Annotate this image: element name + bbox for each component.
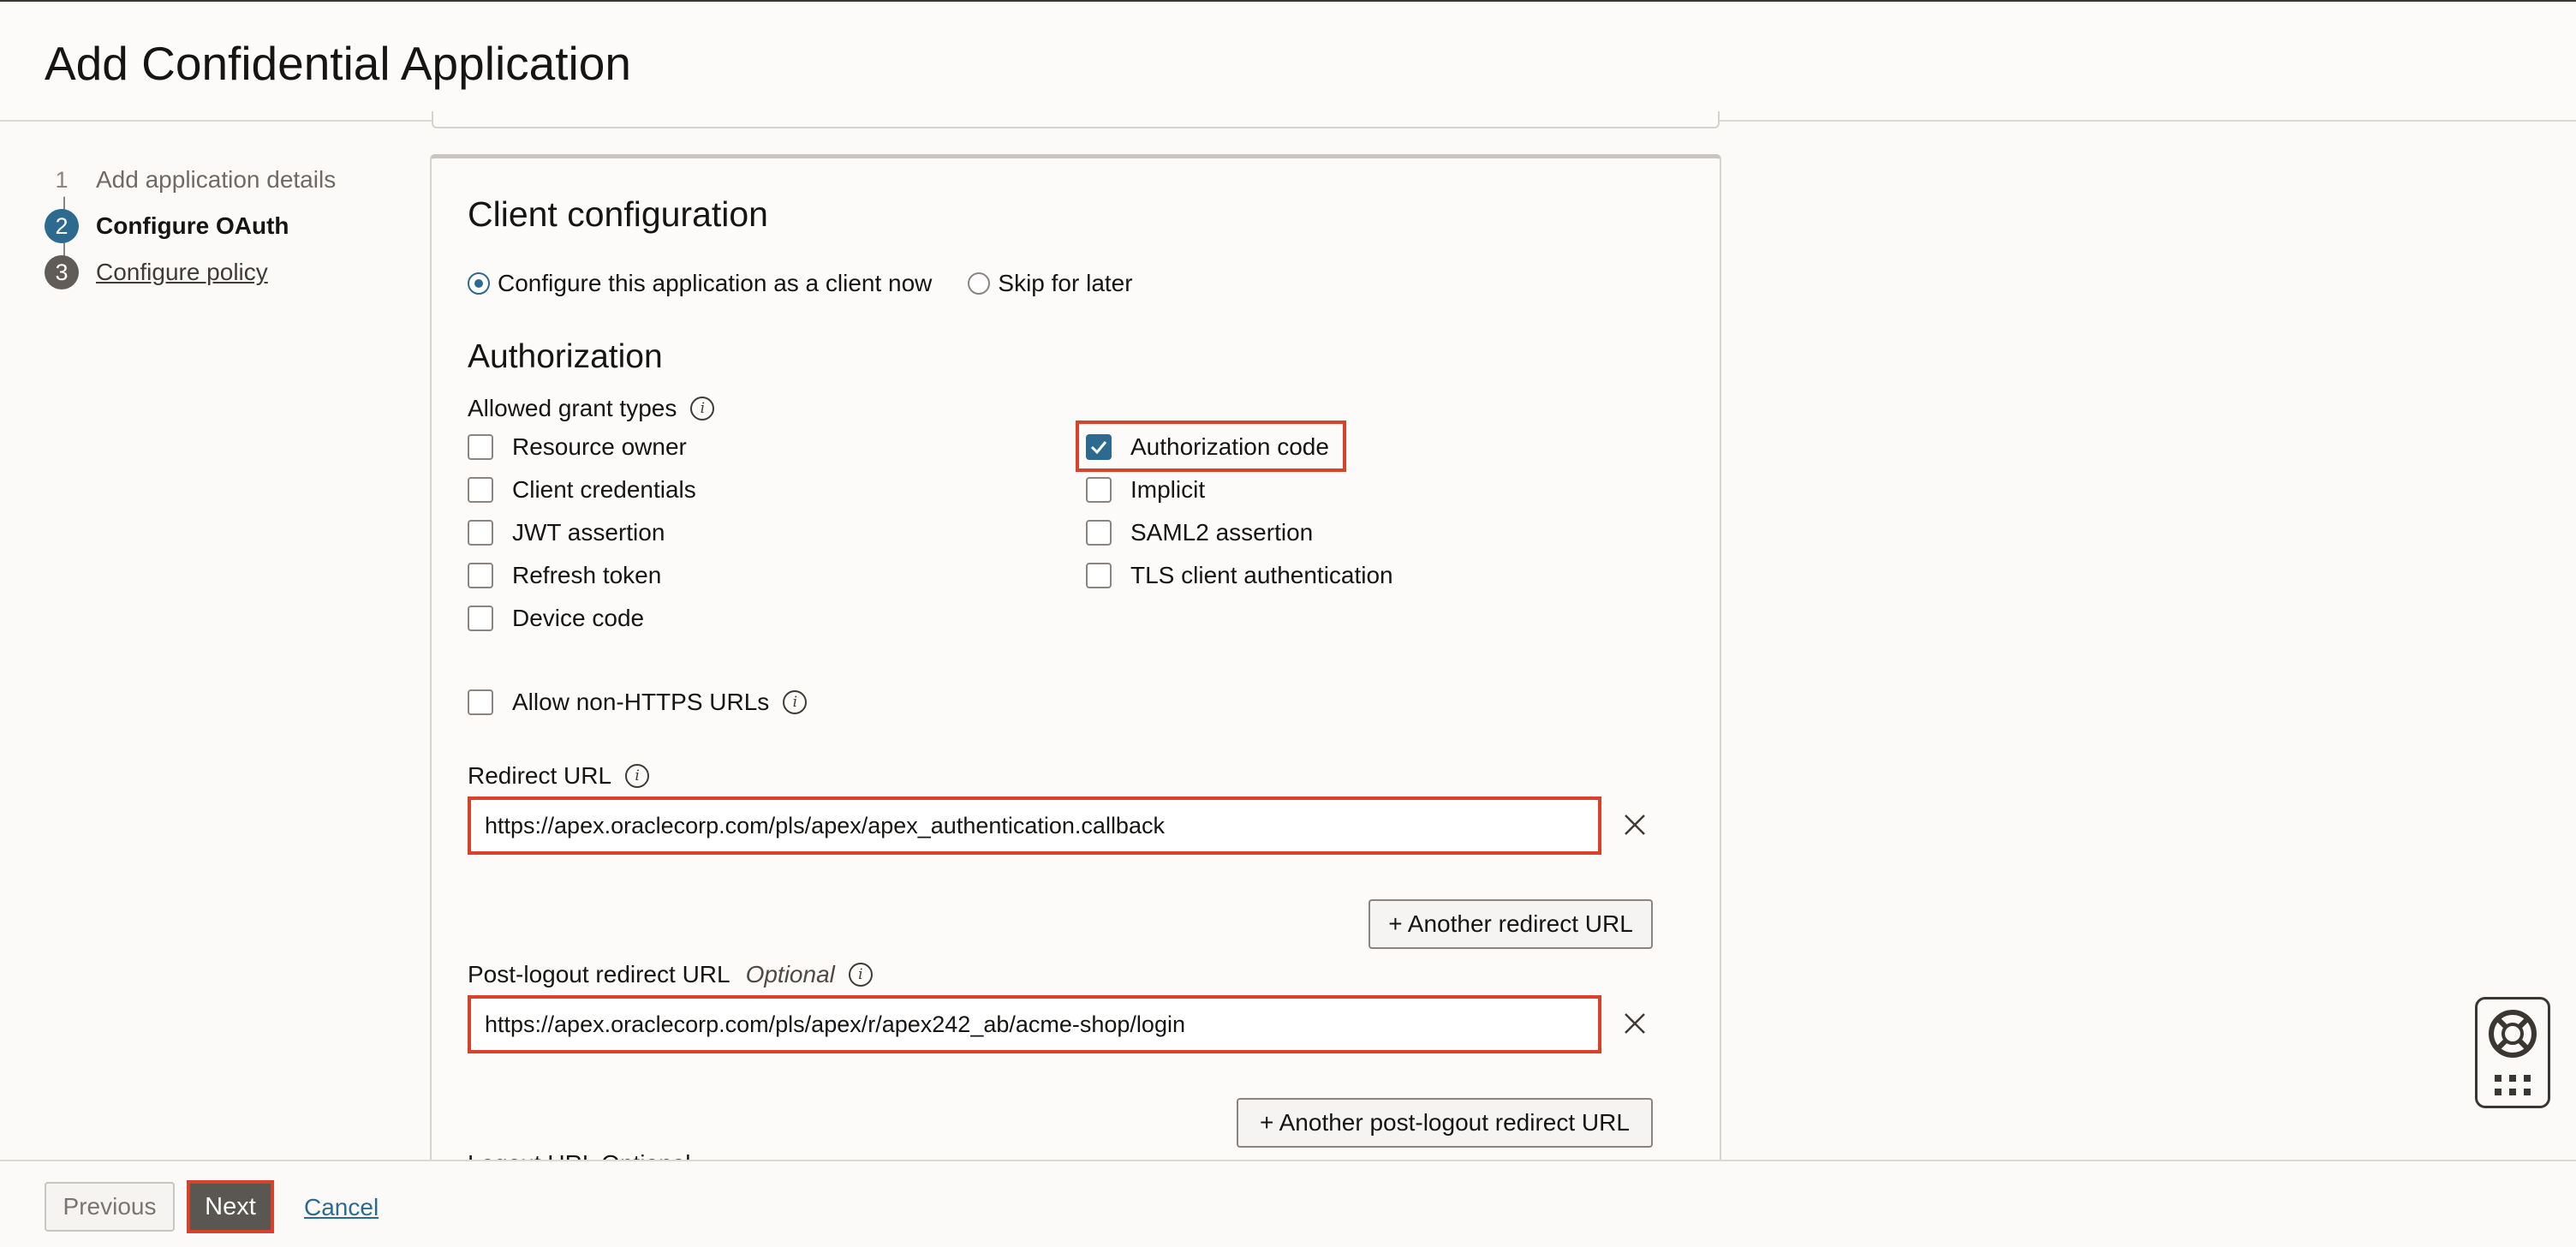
radio-skip-for-later-label[interactable]: Skip for later [998, 270, 1132, 297]
grant-label: Device code [512, 605, 645, 631]
grant-client-credentials[interactable]: Client credentials [468, 476, 696, 504]
authorization-title: Authorization [468, 338, 663, 375]
radio-configure-now-label[interactable]: Configure this application as a client n… [498, 270, 932, 297]
allow-non-https-label: Allow non-HTTPS URLs [512, 689, 770, 715]
redirect-url-text: Redirect URL [468, 762, 612, 789]
grant-label: JWT assertion [512, 519, 665, 546]
previous-button[interactable]: Previous [45, 1182, 175, 1232]
checkbox[interactable] [468, 563, 493, 588]
grant-resource-owner[interactable]: Resource owner [468, 433, 687, 461]
another-redirect-url-button[interactable]: + Another redirect URL [1368, 899, 1653, 949]
grant-tls-client-authentication[interactable]: TLS client authentication [1086, 562, 1393, 589]
checkbox[interactable] [468, 520, 493, 546]
radio-skip-for-later[interactable] [968, 272, 991, 295]
checkbox[interactable] [468, 434, 493, 460]
close-icon[interactable] [1622, 1011, 1648, 1036]
grant-saml2-assertion[interactable]: SAML2 assertion [1086, 519, 1313, 546]
step-number: 1 [45, 163, 79, 197]
info-icon[interactable]: i [625, 764, 650, 788]
radio-configure-now[interactable] [468, 272, 490, 295]
step-configure-policy[interactable]: 3 Configure policy [45, 254, 268, 291]
post-logout-redirect-url-input[interactable]: https://apex.oraclecorp.com/pls/apex/r/a… [468, 995, 1601, 1053]
post-logout-redirect-url-label: Post-logout redirect URL Optional i [468, 961, 873, 988]
grant-label: Resource owner [512, 433, 687, 460]
info-icon[interactable]: i [783, 690, 808, 714]
checkbox[interactable] [468, 477, 493, 503]
grant-device-code[interactable]: Device code [468, 605, 644, 632]
footer-bar: Previous Next Cancel [0, 1160, 2576, 1247]
grant-label: Client credentials [512, 476, 696, 503]
info-icon[interactable]: i [848, 963, 873, 987]
another-post-logout-redirect-url-button[interactable]: + Another post-logout redirect URL [1237, 1098, 1653, 1148]
step-number: 3 [45, 255, 79, 289]
allow-non-https-urls[interactable]: Allow non-HTTPS URLs i [468, 689, 808, 716]
info-icon[interactable]: i [690, 397, 715, 421]
checkbox[interactable] [468, 606, 493, 631]
checkbox[interactable] [1086, 563, 1112, 588]
checkbox-checked[interactable] [1086, 434, 1112, 460]
checkbox[interactable] [468, 689, 493, 715]
help-widget[interactable] [2475, 997, 2550, 1108]
step-label: Add application details [96, 166, 337, 193]
redirect-url-input[interactable]: https://apex.oraclecorp.com/pls/apex/ape… [468, 797, 1601, 855]
checkbox[interactable] [1086, 520, 1112, 546]
grant-authorization-code[interactable]: Authorization code [1086, 433, 1329, 461]
check-icon [1090, 441, 1107, 455]
grant-label: TLS client authentication [1130, 562, 1393, 588]
grant-label: SAML2 assertion [1130, 519, 1314, 546]
client-configuration-card: Client configuration Configure this appl… [430, 154, 1721, 1177]
next-button[interactable]: Next [187, 1180, 274, 1233]
page-title: Add Confidential Application [45, 37, 631, 90]
checkbox[interactable] [1086, 477, 1112, 503]
apps-grid-icon [2495, 1075, 2531, 1095]
grant-jwt-assertion[interactable]: JWT assertion [468, 519, 665, 546]
grant-implicit[interactable]: Implicit [1086, 476, 1205, 504]
allowed-grant-types-text: Allowed grant types [468, 395, 677, 421]
step-number: 2 [45, 209, 79, 243]
step-label: Configure policy [96, 259, 268, 285]
previous-card-edge [432, 111, 1720, 128]
client-configuration-title: Client configuration [468, 194, 768, 234]
grant-refresh-token[interactable]: Refresh token [468, 562, 661, 589]
page-header: Add Confidential Application [0, 2, 2576, 122]
allowed-grant-types-label: Allowed grant types i [468, 395, 715, 422]
step-add-application-details[interactable]: 1 Add application details [45, 161, 336, 199]
close-icon[interactable] [1622, 812, 1648, 838]
redirect-url-label: Redirect URL i [468, 762, 650, 790]
client-configuration-radio-group: Configure this application as a client n… [468, 270, 1169, 297]
post-logout-redirect-url-text: Post-logout redirect URL [468, 961, 730, 987]
grant-label: Refresh token [512, 562, 662, 588]
grant-label: Authorization code [1130, 433, 1329, 460]
cancel-link[interactable]: Cancel [304, 1194, 379, 1221]
optional-label: Optional [745, 961, 835, 987]
step-configure-oauth[interactable]: 2 Configure OAuth [45, 207, 289, 245]
step-label: Configure OAuth [96, 212, 289, 239]
grant-label: Implicit [1130, 476, 1206, 503]
